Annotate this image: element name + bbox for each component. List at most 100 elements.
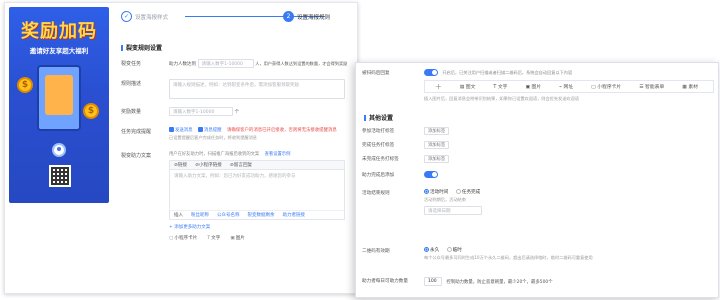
- end-radio-time[interactable]: [424, 189, 429, 194]
- qr-radio-permanent[interactable]: [424, 247, 429, 252]
- qr-valid-row: 二维码有效期 永久 临时 每个公众号最多可同时生成10万个永久二维码，超出后请选…: [362, 247, 714, 265]
- copy-hint: 用户在好友助力时，扫描推广海报后收到的文案: [169, 152, 260, 157]
- field-label: 奖励数量: [121, 109, 142, 115]
- radio-label: 任务完成: [461, 190, 481, 195]
- poster-title: 奖励加码: [21, 21, 97, 42]
- field-label: 二维码有效期: [362, 249, 390, 254]
- max-help-row: 助力者每日可助力数量 100 控制助力数量，防止恶意刷量，最少20个，最多500…: [362, 277, 714, 287]
- tool-miniprogram[interactable]: ▢ 小程序卡片: [591, 83, 621, 90]
- copy-textarea[interactable]: 请输入助力文案，例如：您已为好友成功助力，感谢您的参与: [170, 170, 344, 210]
- poster-editor-window: 奖励加码 邀请好友享超大福利 $ $ ✓ 设置海报样式 2 设置海报规则 裂变规…: [4, 2, 358, 294]
- insert-helper-link[interactable]: 助力者链接: [283, 212, 306, 218]
- notify-note: 已设置提醒后客户完成任务时，将收到提醒消息: [169, 135, 257, 140]
- field-label: 活动结束规则: [362, 191, 390, 196]
- message-tools: ▢小程序卡片 T文字 ▣图片: [169, 235, 357, 241]
- copy-row: 裂变助力文案 用户在好友助力时，扫描推广海报后收到的文案 查看设置示例 ⊘链接 …: [121, 151, 357, 261]
- qr-radio-temporary[interactable]: [446, 247, 452, 252]
- step-indicator: ✓ 设置海报样式 2 设置海报规则: [119, 11, 355, 25]
- check-icon: ✓: [121, 11, 132, 22]
- phone-illustration: [37, 65, 81, 131]
- tab-link[interactable]: ⊘链接: [174, 162, 187, 168]
- desc-row: 规则描述 请输入规则描述，例如：达到裂变条件后，需添加客服领取奖励: [121, 79, 357, 101]
- insert-nickname[interactable]: 粉丝昵称: [191, 212, 209, 218]
- coin-icon: $: [83, 103, 99, 119]
- plus-icon[interactable]: +: [435, 82, 442, 91]
- auto-reply-subnote: 插入图片后，回复消息会附带识别结果，如果你已设置欢迎语，则会优先发送欢迎语: [424, 96, 579, 101]
- add-copy-link[interactable]: + 添加更多助力文案: [169, 224, 357, 230]
- tool-miniprogram[interactable]: ▢小程序卡片: [169, 235, 197, 241]
- field-label: 裂变任务: [121, 61, 142, 67]
- copy-editor: ⊘链接 ⊘小程序链接 ⊘留言回复 请输入助力文案，例如：您已为好友成功助力，感谢…: [169, 160, 345, 220]
- field-label: 裂变助力文案: [121, 153, 152, 159]
- notify-row: 任务完成提醒 发送消息 消息提醒 请确保客户的消息已开启接收，否则将无法接收提醒…: [121, 127, 357, 145]
- insert-label: 插入: [174, 213, 183, 218]
- step-label: 设置海报规则: [297, 14, 331, 21]
- goal-input[interactable]: 请输入数字1-10000: [197, 59, 254, 68]
- tool-image[interactable]: ▣图片: [230, 235, 245, 241]
- field-label: 助力者每日可助力数量: [362, 279, 408, 284]
- insert-account-name[interactable]: 公众号名称: [217, 212, 240, 218]
- goal-prefix: 助力人数达到: [169, 62, 196, 67]
- avatar: [52, 143, 66, 157]
- radio-label: 活动时间: [430, 190, 449, 195]
- poster-subtitle: 邀请好友享超大福利: [29, 47, 89, 55]
- image-icon: ▣: [230, 236, 235, 241]
- tag-complete-row: 完成任务打标签 添加标签: [362, 141, 714, 151]
- tool-article[interactable]: ▤ 图文: [460, 83, 476, 90]
- section-title: 裂变规则设置: [121, 43, 162, 52]
- step-1[interactable]: ✓ 设置海报样式: [121, 11, 168, 22]
- step-label: 设置海报样式: [135, 14, 169, 21]
- settings-panel: 被扫码后回复 开启后，已关注用户扫描或者扫描二维码后，系统会自动回复以下内容 +…: [355, 62, 719, 298]
- coin-icon: $: [17, 77, 33, 93]
- text-icon: T: [207, 236, 211, 241]
- tab-miniprogram[interactable]: ⊘小程序链接: [195, 162, 222, 168]
- miniprogram-icon: ▢: [169, 236, 174, 241]
- editor-tabs: ⊘链接 ⊘小程序链接 ⊘留言回复: [170, 161, 344, 170]
- tag-incomplete-row: 未完成任务打标签 添加标签: [362, 155, 714, 165]
- goal-suffix: 人，用户获得人数达到设置的数量，才会得到奖励: [255, 61, 348, 66]
- field-label: 未完成任务打标签: [362, 157, 399, 162]
- tab-reply[interactable]: ⊘留言回复: [230, 162, 252, 168]
- reply-toolbar: + ▤ 图文 T 文字 ▣ 图片 ⌁ 网址 ▢ 小程序卡片 ☰ 智能表单 ▦ 素…: [424, 80, 714, 93]
- tool-text[interactable]: T 文字: [493, 83, 507, 90]
- end-radio-task[interactable]: [455, 189, 461, 194]
- helper-tag-row: 助力完成后添加: [362, 171, 714, 181]
- poster-preview: 奖励加码 邀请好友享超大福利 $ $: [9, 7, 109, 203]
- add-tag-button[interactable]: 添加标签: [424, 127, 450, 135]
- field-label: 任务完成提醒: [121, 129, 152, 135]
- step-number: 2: [283, 11, 294, 22]
- notify-checkbox[interactable]: [197, 127, 203, 132]
- tool-url[interactable]: ⌁ 网址: [559, 83, 573, 90]
- add-tag-button[interactable]: 添加标签: [424, 155, 450, 163]
- desc-textarea[interactable]: 请输入规则描述，例如：达到裂变条件后，需添加客服领取奖励: [169, 79, 345, 99]
- notify-checkbox[interactable]: [169, 127, 174, 132]
- tag-join-row: 参加活动打标签 添加标签: [362, 127, 714, 137]
- reward-unit: 个: [234, 110, 240, 115]
- end-rule-row: 活动结束规则 活动时间 任务完成 活动到期后，活动结束 请选择日期: [362, 189, 714, 225]
- tool-image[interactable]: ▣ 图片: [525, 83, 541, 90]
- auto-reply-toggle[interactable]: [424, 69, 438, 76]
- end-note: 活动到期后，活动结束: [424, 197, 466, 202]
- reward-input[interactable]: 请输入数字1-10000: [169, 107, 233, 116]
- field-label: 被扫码后回复: [362, 71, 390, 76]
- field-label: 助力完成后添加: [362, 173, 395, 178]
- tool-form[interactable]: ☰ 智能表单: [639, 83, 664, 90]
- date-picker[interactable]: 请选择日期: [424, 206, 482, 215]
- notify-option-1[interactable]: 发送消息: [175, 128, 193, 133]
- tool-text[interactable]: T文字: [207, 235, 220, 241]
- insert-bar: 插入 粉丝昵称 公众号名称 裂变数据剩余 助力者链接: [170, 210, 344, 219]
- radio-label: 临时: [452, 248, 462, 253]
- auto-reply-row: 被扫码后回复 开启后，已关注用户扫描或者扫描二维码后，系统会自动回复以下内容 +…: [362, 69, 714, 109]
- add-tag-button[interactable]: 添加标签: [424, 141, 450, 149]
- max-help-input[interactable]: 100: [424, 277, 442, 286]
- helper-tag-toggle[interactable]: [424, 171, 438, 178]
- example-link[interactable]: 查看设置示例: [265, 152, 291, 157]
- goal-row: 裂变任务 助力人数达到 请输入数字1-10000 人，用户获得人数达到设置的数量…: [121, 59, 357, 71]
- notify-option-2[interactable]: 消息提醒: [204, 128, 222, 133]
- field-label: 完成任务打标签: [362, 143, 395, 148]
- radio-label: 永久: [430, 248, 440, 253]
- insert-remaining[interactable]: 裂变数据剩余: [248, 212, 275, 218]
- step-2[interactable]: 2 设置海报规则: [283, 11, 330, 22]
- section-title: 其他设置: [364, 113, 393, 122]
- tool-material[interactable]: ▦ 素材: [682, 83, 698, 90]
